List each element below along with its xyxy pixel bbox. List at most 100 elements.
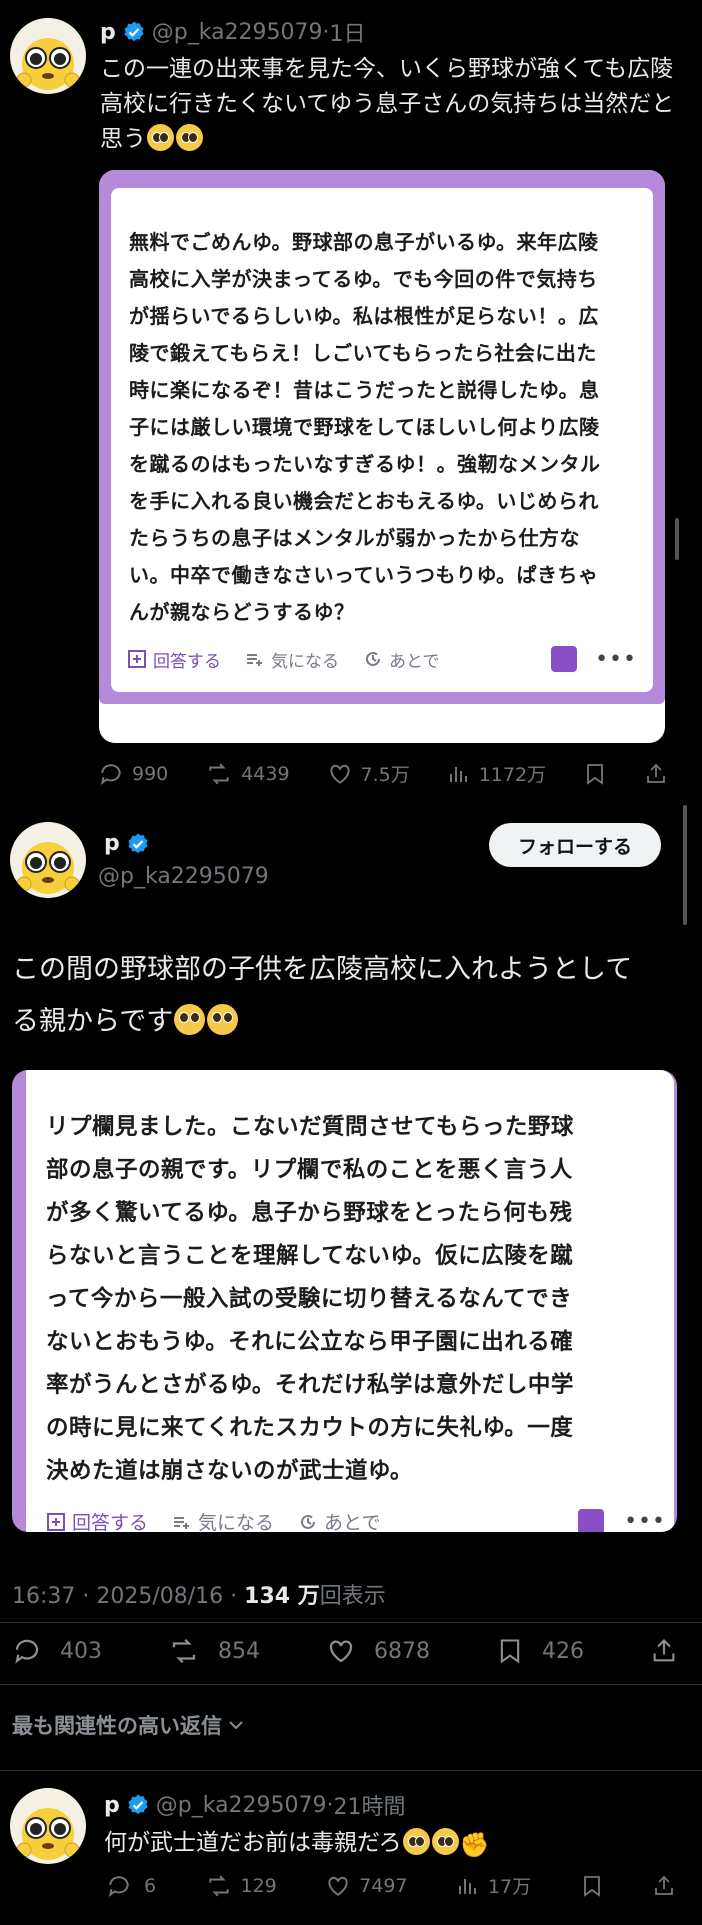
answer-button: 回答する bbox=[127, 647, 221, 672]
interest-label: 気になる bbox=[198, 1512, 275, 1532]
repost-button[interactable]: 4439 bbox=[205, 761, 290, 787]
more-icon: ••• bbox=[624, 1509, 666, 1532]
later-button: あとで bbox=[363, 647, 440, 672]
save-icon bbox=[578, 1508, 605, 1532]
verified-badge-icon bbox=[128, 1794, 148, 1815]
author-handle[interactable]: @p_ka2295079 bbox=[98, 864, 269, 889]
avatar-image bbox=[16, 842, 80, 894]
repost-count: 854 bbox=[218, 1638, 260, 1664]
reply-button[interactable]: 403 bbox=[12, 1636, 102, 1666]
avatar[interactable] bbox=[10, 18, 86, 94]
answer-icon bbox=[47, 1512, 65, 1531]
pleading-face-emoji-icon bbox=[207, 1004, 239, 1035]
attached-image[interactable]: 無料でごめんゆ。野球部の息子がいるゆ。来年広陵 高校に入学が決まってるゆ。でも今… bbox=[99, 170, 665, 743]
like-button[interactable]: 7497 bbox=[325, 1873, 408, 1899]
like-button[interactable]: 6878 bbox=[326, 1636, 430, 1666]
author-name[interactable]: p bbox=[104, 1793, 120, 1818]
interest-button: 気になる bbox=[172, 1508, 274, 1532]
author-name[interactable]: p bbox=[104, 831, 120, 856]
question-line: 部の息子の親です。リプ欄で私のことを悪く言う人 bbox=[46, 1157, 573, 1183]
later-label: あとで bbox=[324, 1512, 381, 1532]
reply-button[interactable]: 6 bbox=[106, 1873, 156, 1899]
reply-count: 6 bbox=[144, 1874, 157, 1897]
pleading-face-emoji-icon bbox=[174, 1004, 206, 1035]
question-line: が揺らいでるらしいゆ。私は根性が足らない！。広 bbox=[129, 304, 599, 328]
save-icon bbox=[551, 646, 578, 672]
reply-text-content: 何が武士道だお前は毒親だろ bbox=[104, 1830, 402, 1856]
tweet-text: この一連の出来事を見た今、いくら野球が強くても広陵高校に行きたくないてゆう息子さ… bbox=[100, 52, 680, 157]
author-handle[interactable]: @p_ka2295079 bbox=[152, 20, 323, 45]
avatar[interactable] bbox=[10, 822, 86, 898]
chevron-down-icon bbox=[229, 1721, 243, 1730]
question-line: んが親ならどうするゆ？ bbox=[129, 600, 355, 624]
tweet-time[interactable]: 21時間 bbox=[334, 1789, 406, 1821]
later-label: あとで bbox=[389, 651, 440, 672]
sort-label: 最も関連性の高い返信 bbox=[12, 1714, 222, 1738]
answer-label: 回答する bbox=[72, 1512, 149, 1532]
avatar[interactable] bbox=[10, 1788, 86, 1864]
avatar-image bbox=[16, 1808, 80, 1860]
share-icon[interactable] bbox=[652, 1873, 676, 1899]
answer-label: 回答する bbox=[153, 651, 221, 672]
bookmark-button[interactable]: 426 bbox=[496, 1635, 584, 1667]
pleading-face-emoji-icon bbox=[147, 124, 174, 151]
verified-badge-icon bbox=[124, 21, 144, 42]
views-button[interactable]: 1172万 bbox=[447, 760, 546, 787]
question-line: 子には厳しい環境で野球をしてほしいし何より広陵 bbox=[129, 415, 600, 439]
interest-button: 気になる bbox=[245, 647, 339, 672]
reply-icon bbox=[100, 763, 121, 785]
avatar-image bbox=[16, 38, 80, 90]
divider bbox=[0, 1622, 702, 1623]
question-card: リプ欄見ました。こないだ質問させてもらった野球 部の息子の親です。リプ欄で私のこ… bbox=[26, 1070, 674, 1532]
heart-icon bbox=[329, 764, 350, 784]
clock-icon bbox=[301, 1514, 316, 1529]
bookmark-icon[interactable] bbox=[580, 1873, 604, 1899]
pleading-face-emoji-icon bbox=[402, 1828, 430, 1855]
tweet-timestamp[interactable]: 16:37 · 2025/08/16 · 134 万回表示 bbox=[12, 1578, 386, 1610]
question-text: 無料でごめんゆ。野球部の息子がいるゆ。来年広陵 高校に入学が決まってるゆ。でも今… bbox=[129, 224, 644, 631]
repost-button[interactable]: 129 bbox=[205, 1873, 277, 1899]
question-text: リプ欄見ました。こないだ質問させてもらった野球 部の息子の親です。リプ欄で私のこ… bbox=[46, 1106, 666, 1493]
question-line: リプ欄見ました。こないだ質問させてもらった野球 bbox=[46, 1114, 574, 1140]
follow-button[interactable]: フォローする bbox=[489, 823, 661, 867]
repost-icon bbox=[172, 1638, 196, 1664]
like-count: 7.5万 bbox=[360, 764, 410, 786]
bookmark-icon bbox=[500, 1639, 520, 1664]
reply-button[interactable]: 990 bbox=[98, 761, 168, 787]
tweet-time[interactable]: 1日 bbox=[330, 16, 366, 48]
reply-sort-selector[interactable]: 最も関連性の高い返信 bbox=[12, 1710, 246, 1740]
question-line: を手に入れる良い機会だとおもえるゆ。いじめられ bbox=[129, 489, 599, 513]
like-button[interactable]: 7.5万 bbox=[327, 760, 410, 787]
author-name[interactable]: p bbox=[100, 20, 116, 45]
scrollbar[interactable] bbox=[675, 518, 679, 560]
separator-dot: · bbox=[322, 19, 330, 45]
question-line: 決めた道は崩さないのが武士道ゆ。 bbox=[46, 1458, 413, 1484]
question-line: ないとおもうゆ。それに公立なら甲子園に出れる確 bbox=[46, 1329, 574, 1355]
scrollbar[interactable] bbox=[683, 805, 687, 925]
later-button: あとで bbox=[298, 1508, 380, 1532]
repost-icon bbox=[208, 1875, 229, 1896]
question-line: 時に楽になるぞ！昔はこうだったと説得したゆ。息 bbox=[129, 378, 600, 402]
repost-button[interactable]: 854 bbox=[168, 1636, 260, 1666]
repost-icon bbox=[209, 763, 229, 784]
clock-icon bbox=[366, 651, 380, 666]
analytics-icon bbox=[458, 1878, 476, 1894]
share-icon[interactable] bbox=[644, 761, 668, 787]
add-list-icon bbox=[247, 654, 262, 666]
timestamp-text: 16:37 · 2025/08/16 · bbox=[12, 1584, 245, 1609]
question-line: らないと言うことを理解してないゆ。仮に広陵を蹴 bbox=[46, 1243, 574, 1269]
attached-image[interactable]: リプ欄見ました。こないだ質問させてもらった野球 部の息子の親です。リプ欄で私のこ… bbox=[12, 1070, 677, 1532]
share-icon[interactable] bbox=[650, 1636, 678, 1666]
author-handle[interactable]: @p_ka2295079 bbox=[156, 1793, 327, 1818]
tweet-text: この間の野球部の子供を広陵高校に入れようとして る親からです bbox=[12, 944, 692, 1048]
view-count: 134 万 bbox=[244, 1584, 320, 1609]
repost-count: 129 bbox=[240, 1874, 277, 1897]
question-line: 率がうんとさがるゆ。それだけ私学は意外だし中学 bbox=[46, 1372, 574, 1398]
bookmark-icon[interactable] bbox=[583, 761, 607, 787]
answer-icon bbox=[128, 650, 146, 668]
divider bbox=[0, 1770, 702, 1771]
divider bbox=[0, 1684, 702, 1685]
like-count: 6878 bbox=[374, 1638, 430, 1664]
question-line: を蹴るのはもったいなすぎるゆ！。強靭なメンタル bbox=[129, 452, 601, 476]
views-button[interactable]: 17万 bbox=[456, 1872, 531, 1899]
